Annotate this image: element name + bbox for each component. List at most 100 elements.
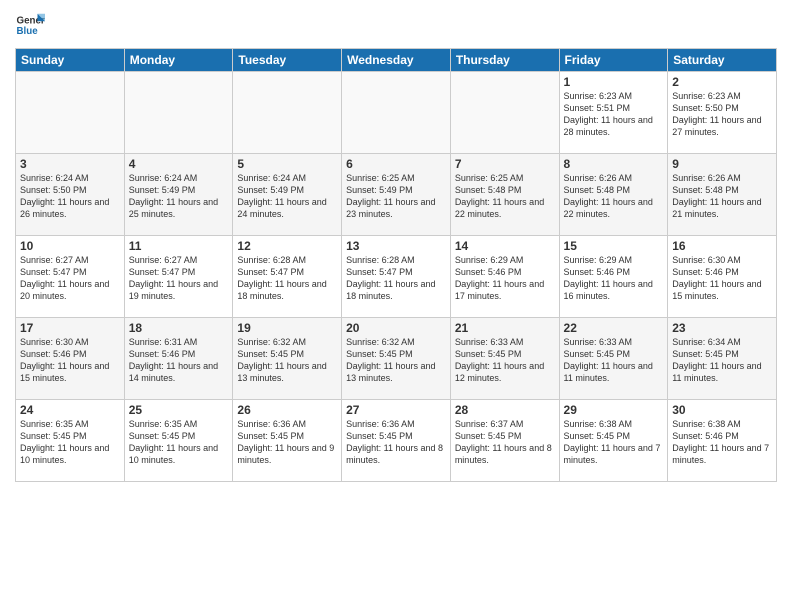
day-number: 14 <box>455 239 555 253</box>
calendar-cell: 19Sunrise: 6:32 AM Sunset: 5:45 PM Dayli… <box>233 318 342 400</box>
calendar-cell: 3Sunrise: 6:24 AM Sunset: 5:50 PM Daylig… <box>16 154 125 236</box>
day-number: 8 <box>564 157 664 171</box>
day-info: Sunrise: 6:33 AM Sunset: 5:45 PM Dayligh… <box>564 336 664 385</box>
calendar-cell <box>16 72 125 154</box>
day-number: 20 <box>346 321 446 335</box>
calendar-week-row: 3Sunrise: 6:24 AM Sunset: 5:50 PM Daylig… <box>16 154 777 236</box>
calendar-week-row: 1Sunrise: 6:23 AM Sunset: 5:51 PM Daylig… <box>16 72 777 154</box>
page: General Blue Sunday Monday Tuesday Wedne… <box>0 0 792 612</box>
calendar-cell: 12Sunrise: 6:28 AM Sunset: 5:47 PM Dayli… <box>233 236 342 318</box>
calendar-cell: 27Sunrise: 6:36 AM Sunset: 5:45 PM Dayli… <box>342 400 451 482</box>
logo-icon: General Blue <box>15 10 45 40</box>
day-info: Sunrise: 6:28 AM Sunset: 5:47 PM Dayligh… <box>237 254 337 303</box>
calendar-cell: 18Sunrise: 6:31 AM Sunset: 5:46 PM Dayli… <box>124 318 233 400</box>
day-info: Sunrise: 6:25 AM Sunset: 5:49 PM Dayligh… <box>346 172 446 221</box>
calendar-week-row: 17Sunrise: 6:30 AM Sunset: 5:46 PM Dayli… <box>16 318 777 400</box>
day-number: 24 <box>20 403 120 417</box>
day-number: 2 <box>672 75 772 89</box>
day-info: Sunrise: 6:24 AM Sunset: 5:49 PM Dayligh… <box>237 172 337 221</box>
calendar-cell <box>342 72 451 154</box>
calendar-header-row: Sunday Monday Tuesday Wednesday Thursday… <box>16 49 777 72</box>
calendar-cell: 10Sunrise: 6:27 AM Sunset: 5:47 PM Dayli… <box>16 236 125 318</box>
day-info: Sunrise: 6:24 AM Sunset: 5:49 PM Dayligh… <box>129 172 229 221</box>
day-number: 21 <box>455 321 555 335</box>
day-number: 3 <box>20 157 120 171</box>
day-number: 22 <box>564 321 664 335</box>
day-info: Sunrise: 6:27 AM Sunset: 5:47 PM Dayligh… <box>129 254 229 303</box>
day-info: Sunrise: 6:30 AM Sunset: 5:46 PM Dayligh… <box>20 336 120 385</box>
day-number: 19 <box>237 321 337 335</box>
header: General Blue <box>15 10 777 40</box>
day-number: 1 <box>564 75 664 89</box>
calendar-cell: 8Sunrise: 6:26 AM Sunset: 5:48 PM Daylig… <box>559 154 668 236</box>
calendar-cell: 14Sunrise: 6:29 AM Sunset: 5:46 PM Dayli… <box>450 236 559 318</box>
day-info: Sunrise: 6:38 AM Sunset: 5:46 PM Dayligh… <box>672 418 772 467</box>
calendar-cell: 22Sunrise: 6:33 AM Sunset: 5:45 PM Dayli… <box>559 318 668 400</box>
day-info: Sunrise: 6:31 AM Sunset: 5:46 PM Dayligh… <box>129 336 229 385</box>
calendar-cell <box>233 72 342 154</box>
day-info: Sunrise: 6:34 AM Sunset: 5:45 PM Dayligh… <box>672 336 772 385</box>
logo: General Blue <box>15 10 47 40</box>
calendar-cell: 11Sunrise: 6:27 AM Sunset: 5:47 PM Dayli… <box>124 236 233 318</box>
calendar-cell: 13Sunrise: 6:28 AM Sunset: 5:47 PM Dayli… <box>342 236 451 318</box>
header-friday: Friday <box>559 49 668 72</box>
day-info: Sunrise: 6:24 AM Sunset: 5:50 PM Dayligh… <box>20 172 120 221</box>
day-number: 10 <box>20 239 120 253</box>
day-number: 15 <box>564 239 664 253</box>
day-number: 4 <box>129 157 229 171</box>
calendar-cell: 17Sunrise: 6:30 AM Sunset: 5:46 PM Dayli… <box>16 318 125 400</box>
day-info: Sunrise: 6:38 AM Sunset: 5:45 PM Dayligh… <box>564 418 664 467</box>
calendar-cell: 2Sunrise: 6:23 AM Sunset: 5:50 PM Daylig… <box>668 72 777 154</box>
calendar-cell: 4Sunrise: 6:24 AM Sunset: 5:49 PM Daylig… <box>124 154 233 236</box>
calendar-cell: 23Sunrise: 6:34 AM Sunset: 5:45 PM Dayli… <box>668 318 777 400</box>
header-monday: Monday <box>124 49 233 72</box>
day-number: 5 <box>237 157 337 171</box>
calendar-cell: 26Sunrise: 6:36 AM Sunset: 5:45 PM Dayli… <box>233 400 342 482</box>
day-number: 13 <box>346 239 446 253</box>
calendar-cell: 25Sunrise: 6:35 AM Sunset: 5:45 PM Dayli… <box>124 400 233 482</box>
header-wednesday: Wednesday <box>342 49 451 72</box>
day-number: 7 <box>455 157 555 171</box>
day-number: 25 <box>129 403 229 417</box>
calendar-cell: 6Sunrise: 6:25 AM Sunset: 5:49 PM Daylig… <box>342 154 451 236</box>
calendar-table: Sunday Monday Tuesday Wednesday Thursday… <box>15 48 777 482</box>
calendar-cell <box>124 72 233 154</box>
day-info: Sunrise: 6:35 AM Sunset: 5:45 PM Dayligh… <box>20 418 120 467</box>
calendar-cell: 5Sunrise: 6:24 AM Sunset: 5:49 PM Daylig… <box>233 154 342 236</box>
day-info: Sunrise: 6:32 AM Sunset: 5:45 PM Dayligh… <box>346 336 446 385</box>
day-info: Sunrise: 6:33 AM Sunset: 5:45 PM Dayligh… <box>455 336 555 385</box>
day-info: Sunrise: 6:36 AM Sunset: 5:45 PM Dayligh… <box>237 418 337 467</box>
day-number: 11 <box>129 239 229 253</box>
day-number: 26 <box>237 403 337 417</box>
day-info: Sunrise: 6:29 AM Sunset: 5:46 PM Dayligh… <box>455 254 555 303</box>
header-sunday: Sunday <box>16 49 125 72</box>
day-number: 16 <box>672 239 772 253</box>
day-info: Sunrise: 6:28 AM Sunset: 5:47 PM Dayligh… <box>346 254 446 303</box>
day-info: Sunrise: 6:35 AM Sunset: 5:45 PM Dayligh… <box>129 418 229 467</box>
day-info: Sunrise: 6:36 AM Sunset: 5:45 PM Dayligh… <box>346 418 446 467</box>
day-number: 6 <box>346 157 446 171</box>
day-info: Sunrise: 6:27 AM Sunset: 5:47 PM Dayligh… <box>20 254 120 303</box>
day-info: Sunrise: 6:26 AM Sunset: 5:48 PM Dayligh… <box>672 172 772 221</box>
day-info: Sunrise: 6:32 AM Sunset: 5:45 PM Dayligh… <box>237 336 337 385</box>
calendar-cell: 15Sunrise: 6:29 AM Sunset: 5:46 PM Dayli… <box>559 236 668 318</box>
day-info: Sunrise: 6:29 AM Sunset: 5:46 PM Dayligh… <box>564 254 664 303</box>
day-number: 12 <box>237 239 337 253</box>
calendar-cell: 7Sunrise: 6:25 AM Sunset: 5:48 PM Daylig… <box>450 154 559 236</box>
calendar-week-row: 10Sunrise: 6:27 AM Sunset: 5:47 PM Dayli… <box>16 236 777 318</box>
day-info: Sunrise: 6:25 AM Sunset: 5:48 PM Dayligh… <box>455 172 555 221</box>
header-tuesday: Tuesday <box>233 49 342 72</box>
day-info: Sunrise: 6:23 AM Sunset: 5:50 PM Dayligh… <box>672 90 772 139</box>
calendar-cell: 28Sunrise: 6:37 AM Sunset: 5:45 PM Dayli… <box>450 400 559 482</box>
calendar-cell: 16Sunrise: 6:30 AM Sunset: 5:46 PM Dayli… <box>668 236 777 318</box>
day-number: 18 <box>129 321 229 335</box>
calendar-cell: 20Sunrise: 6:32 AM Sunset: 5:45 PM Dayli… <box>342 318 451 400</box>
day-info: Sunrise: 6:30 AM Sunset: 5:46 PM Dayligh… <box>672 254 772 303</box>
calendar-cell: 1Sunrise: 6:23 AM Sunset: 5:51 PM Daylig… <box>559 72 668 154</box>
calendar-week-row: 24Sunrise: 6:35 AM Sunset: 5:45 PM Dayli… <box>16 400 777 482</box>
calendar-cell: 29Sunrise: 6:38 AM Sunset: 5:45 PM Dayli… <box>559 400 668 482</box>
day-number: 23 <box>672 321 772 335</box>
calendar-cell <box>450 72 559 154</box>
header-thursday: Thursday <box>450 49 559 72</box>
day-number: 28 <box>455 403 555 417</box>
